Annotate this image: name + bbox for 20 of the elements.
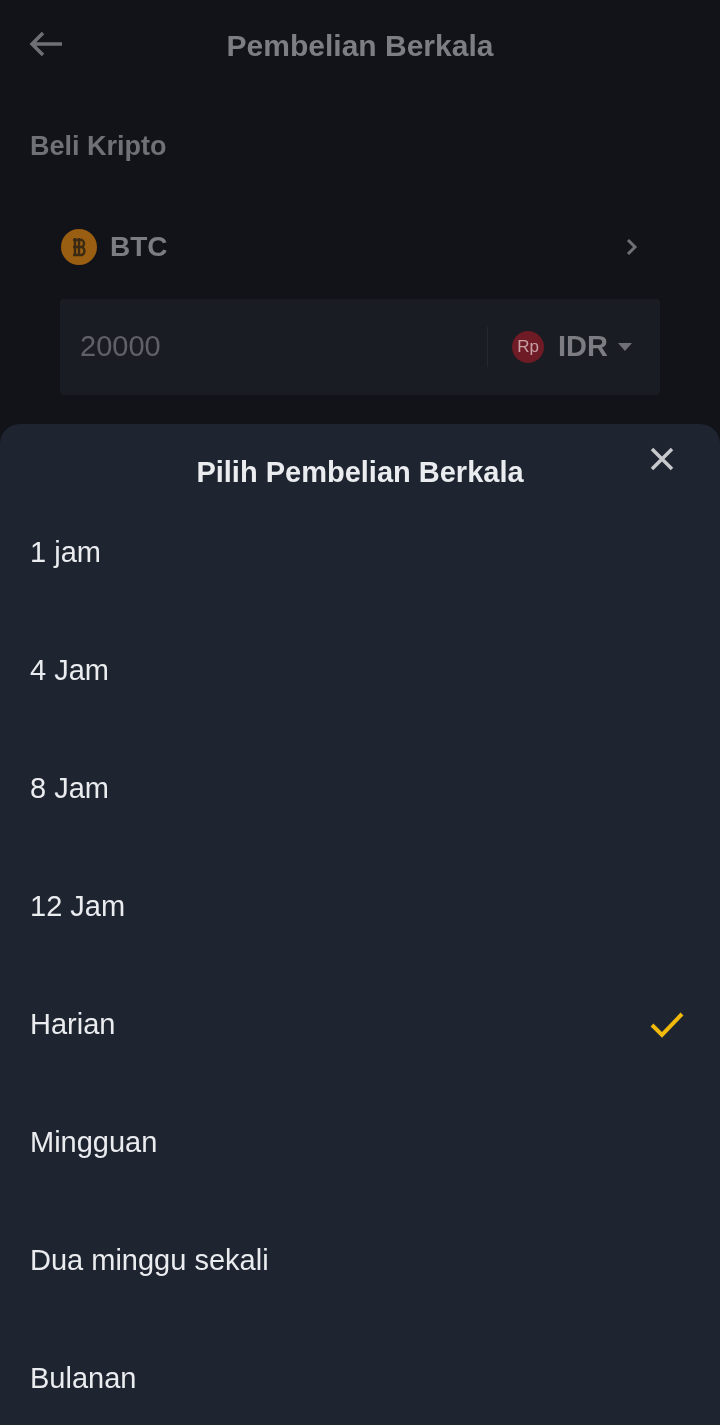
- sheet-title: Pilih Pembelian Berkala: [196, 455, 524, 491]
- asset-selector[interactable]: BTC: [60, 226, 660, 267]
- option-item[interactable]: 12 Jam: [0, 848, 720, 966]
- amount-field[interactable]: 20000 Rp IDR: [60, 298, 660, 395]
- dropdown-caret-icon[interactable]: [618, 342, 632, 351]
- option-item[interactable]: 4 Jam: [0, 612, 720, 730]
- option-item[interactable]: Bulanan: [0, 1320, 720, 1425]
- currency-badge: Rp: [512, 330, 545, 363]
- back-arrow-icon[interactable]: [28, 30, 64, 58]
- chevron-right-icon: [626, 237, 638, 256]
- option-item[interactable]: Dua minggu sekali: [0, 1202, 720, 1320]
- coin-icon: [60, 227, 98, 266]
- option-item[interactable]: Mingguan: [0, 1084, 720, 1202]
- section-title: Beli Kripto: [30, 130, 167, 163]
- currency-selector[interactable]: IDR: [558, 324, 608, 369]
- option-item[interactable]: Harian: [0, 966, 720, 1084]
- page-title: Pembelian Berkala: [226, 27, 494, 64]
- close-icon[interactable]: [650, 447, 674, 471]
- option-item[interactable]: 1 jam: [0, 494, 720, 612]
- option-item[interactable]: 8 Jam: [0, 730, 720, 848]
